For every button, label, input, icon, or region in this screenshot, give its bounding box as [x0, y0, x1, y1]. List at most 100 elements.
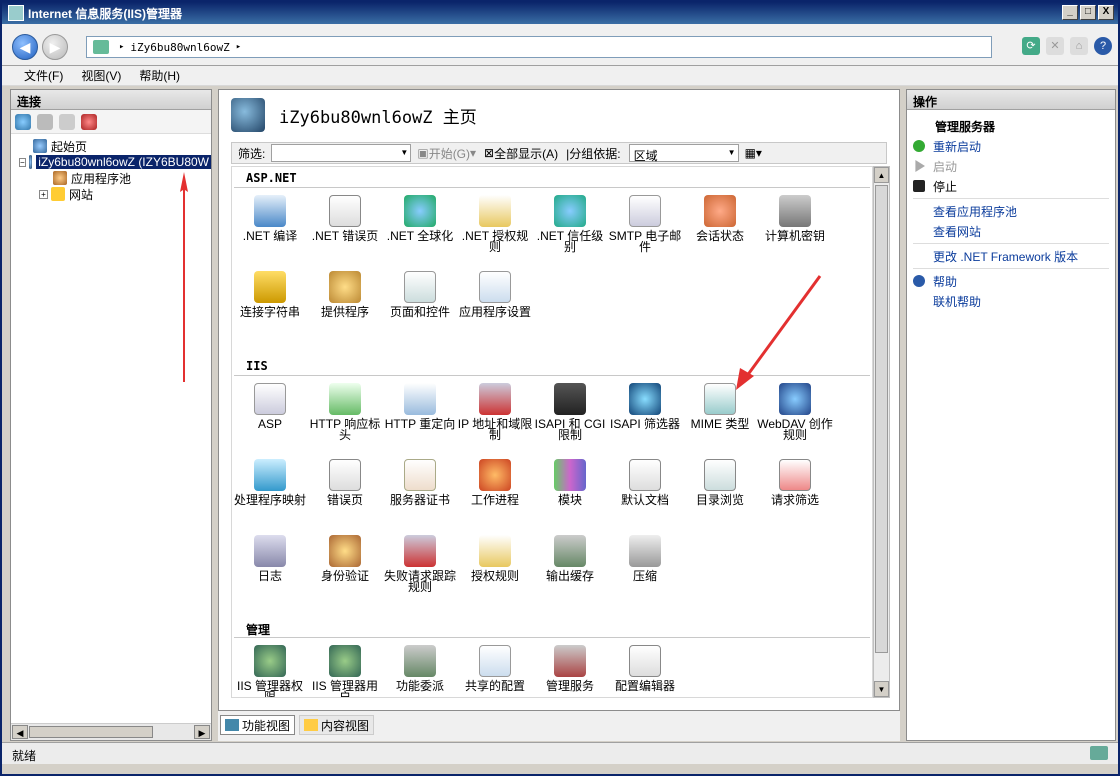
feature-machine-key[interactable]: 计算机密钥 — [757, 195, 833, 242]
feature-providers[interactable]: 提供程序 — [307, 271, 383, 318]
help-icon[interactable]: ? — [1094, 37, 1112, 55]
action-restart[interactable]: 重新启动 — [913, 136, 1109, 156]
feature-authorization-rules[interactable]: 授权规则 — [457, 535, 533, 582]
feature-compression[interactable]: 压缩 — [607, 535, 683, 582]
feature-net-trust-levels[interactable]: .NET 信任级别 — [532, 195, 608, 253]
address-box[interactable]: ▸ iZy6bu80wnl6owZ ▸ — [86, 36, 992, 58]
stop-nav-icon[interactable]: ✕ — [1046, 37, 1064, 55]
connections-header: 连接 — [11, 90, 211, 110]
back-button[interactable]: ◀ — [12, 34, 38, 60]
asp-icon — [254, 383, 286, 415]
action-help[interactable]: 帮助 — [913, 271, 1109, 291]
view-mode-icon[interactable]: ▦▾ — [745, 146, 762, 160]
feature-asp[interactable]: ASP — [232, 383, 308, 430]
feature-server-certificates[interactable]: 服务器证书 — [382, 459, 458, 506]
feature-error-pages[interactable]: 错误页 — [307, 459, 383, 506]
address-text[interactable]: iZy6bu80wnl6owZ — [130, 41, 229, 54]
feature-output-caching[interactable]: 输出缓存 — [532, 535, 608, 582]
feature-smtp-email[interactable]: SMTP 电子邮件 — [607, 195, 683, 253]
scroll-up-icon[interactable]: ▲ — [874, 167, 889, 183]
filter-input[interactable]: ▼ — [271, 144, 412, 162]
feature-net-error-pages[interactable]: .NET 错误页 — [307, 195, 383, 242]
action-start[interactable]: 启动 — [913, 156, 1109, 176]
feature-ip-domain-restrictions[interactable]: IP 地址和域限制 — [457, 383, 533, 441]
tab-features-view[interactable]: 功能视图 — [220, 715, 296, 735]
authentication-icon — [329, 535, 361, 567]
feature-authentication[interactable]: 身份验证 — [307, 535, 383, 582]
action-online-help[interactable]: 联机帮助 — [913, 291, 1109, 311]
ip-restrictions-icon — [479, 383, 511, 415]
tab-content-view[interactable]: 内容视图 — [299, 715, 375, 735]
refresh-icon[interactable]: ⟳ — [1022, 37, 1040, 55]
show-all-button[interactable]: ⊠ 全部显示(A) — [484, 145, 558, 162]
menu-file[interactable]: 文件(F) — [24, 67, 63, 84]
save-icon[interactable] — [37, 113, 53, 130]
feature-pages-controls[interactable]: 页面和控件 — [382, 271, 458, 318]
isapi-filter-icon — [629, 383, 661, 415]
feature-session-state[interactable]: 会话状态 — [682, 195, 758, 242]
groupby-select[interactable]: 区域 ▼ — [628, 144, 739, 163]
menu-view[interactable]: 视图(V) — [81, 67, 121, 84]
server-icon — [93, 40, 109, 54]
auth-rules-icon — [479, 195, 511, 227]
tree-item-server[interactable]: − iZy6bu80wnl6owZ (IZY6BU80W — [11, 154, 211, 170]
groupby-label: |分组依据: — [566, 146, 621, 161]
feature-iis-manager-permissions[interactable]: IIS 管理器权限 — [232, 645, 308, 697]
scroll-down-icon[interactable]: ▼ — [874, 681, 889, 697]
action-stop[interactable]: 停止 — [913, 176, 1109, 196]
connect-icon[interactable] — [15, 113, 31, 130]
feature-iis-manager-users[interactable]: IIS 管理器用户 — [307, 645, 383, 697]
feature-configuration-editor[interactable]: 配置编辑器 — [607, 645, 683, 692]
maximize-button[interactable]: □ — [1080, 5, 1096, 20]
action-view-app-pools[interactable]: 查看应用程序池 — [913, 201, 1109, 221]
separator — [913, 268, 1109, 269]
section-divider — [234, 187, 870, 188]
start-filter-button[interactable]: ▣ 开始(G) ▾ — [417, 145, 476, 162]
directory-browsing-icon — [704, 459, 736, 491]
feature-management-service[interactable]: 管理服务 — [532, 645, 608, 692]
up-icon[interactable] — [59, 113, 75, 130]
breadcrumb-separator-2[interactable]: ▸ — [236, 42, 241, 52]
feature-handler-mappings[interactable]: 处理程序映射 — [232, 459, 308, 506]
feature-logging[interactable]: 日志 — [232, 535, 308, 582]
disconnect-icon[interactable] — [81, 113, 97, 130]
feature-directory-browsing[interactable]: 目录浏览 — [682, 459, 758, 506]
feature-shared-configuration[interactable]: 共享的配置 — [457, 645, 533, 692]
scroll-thumb[interactable] — [29, 726, 153, 738]
action-change-net-version[interactable]: 更改 .NET Framework 版本 — [913, 246, 1109, 266]
feature-http-redirect[interactable]: HTTP 重定向 — [382, 383, 458, 430]
feature-isapi-filters[interactable]: ISAPI 筛选器 — [607, 383, 683, 430]
feature-http-response-headers[interactable]: HTTP 响应标头 — [307, 383, 383, 441]
feature-failed-request-tracing[interactable]: 失败请求跟踪规则 — [382, 535, 458, 593]
feature-net-compilation[interactable]: .NET 编译 — [232, 195, 308, 242]
scroll-thumb[interactable] — [875, 185, 888, 653]
expand-icon[interactable]: + — [39, 189, 48, 199]
error-page-icon — [329, 195, 361, 227]
home-icon[interactable]: ⌂ — [1070, 37, 1088, 55]
trust-level-icon — [554, 195, 586, 227]
feature-request-filtering[interactable]: 请求筛选 — [757, 459, 833, 506]
action-view-sites[interactable]: 查看网站 — [913, 221, 1109, 241]
feature-app-settings[interactable]: 应用程序设置 — [457, 271, 533, 318]
feature-worker-processes[interactable]: 工作进程 — [457, 459, 533, 506]
scroll-left-icon[interactable]: ◀ — [12, 725, 28, 739]
menu-help[interactable]: 帮助(H) — [139, 67, 180, 84]
feature-net-authorization[interactable]: .NET 授权规则 — [457, 195, 533, 253]
start-icon — [915, 160, 925, 172]
horizontal-scrollbar[interactable]: ◀ ▶ — [11, 723, 211, 740]
close-button[interactable]: X — [1098, 5, 1114, 20]
scroll-right-icon[interactable]: ▶ — [194, 725, 210, 739]
feature-default-document[interactable]: 默认文档 — [607, 459, 683, 506]
server-status-icon — [1090, 746, 1108, 760]
tree-item-start-page[interactable]: 起始页 — [11, 138, 211, 154]
collapse-icon[interactable]: − — [19, 157, 26, 167]
feature-modules[interactable]: 模块 — [532, 459, 608, 506]
feature-connection-strings[interactable]: 连接字符串 — [232, 271, 308, 318]
providers-icon — [329, 271, 361, 303]
minimize-button[interactable]: _ — [1062, 5, 1078, 20]
feature-delegation[interactable]: 功能委派 — [382, 645, 458, 692]
vertical-scrollbar[interactable]: ▲ ▼ — [873, 166, 890, 698]
forward-button[interactable]: ▶ — [42, 34, 68, 60]
feature-isapi-cgi-restrictions[interactable]: ISAPI 和 CGI 限制 — [532, 383, 608, 441]
feature-net-globalization[interactable]: .NET 全球化 — [382, 195, 458, 242]
